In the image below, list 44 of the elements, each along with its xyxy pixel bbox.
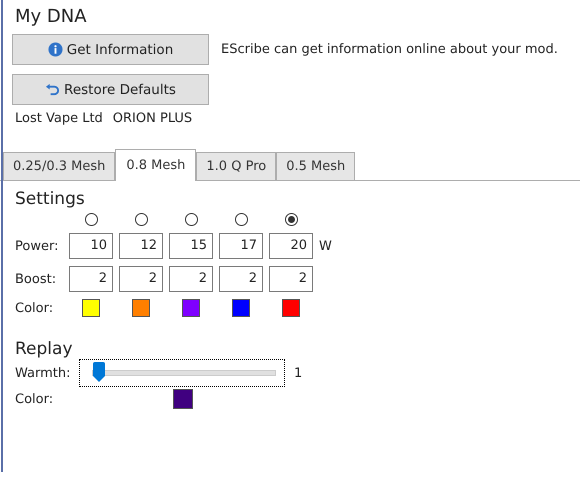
radio-button[interactable] [134,213,148,226]
color-swatch[interactable] [232,299,250,317]
manufacturer-label: Lost Vape Ltd [15,111,103,126]
unit-label: W [319,238,333,254]
warmth-value: 1 [294,366,302,380]
power-field[interactable]: 20 [269,233,313,259]
info-text: EScribe can get information online about your mod. [221,42,558,57]
tab[interactable]: 0.25/0.3 Mesh [3,152,116,180]
tab[interactable]: 0.8 Mesh [115,149,196,181]
color-swatch[interactable] [182,299,200,317]
power-field[interactable]: 12 [119,233,163,259]
tab[interactable]: 0.5 Mesh [276,152,356,180]
product-label: ORION PLUS [112,111,192,126]
warmth-slider[interactable] [79,359,285,387]
page-title: My DNA [15,6,88,29]
boost-field[interactable]: 2 [69,266,113,292]
radio-button[interactable] [184,213,198,226]
color-label: Color: [15,300,54,316]
get-information-button[interactable]: Get Information [12,34,209,65]
power-label: Power: [15,238,60,254]
restore-defaults-button[interactable]: Restore Defaults [12,74,209,105]
color-swatch[interactable] [82,299,100,317]
boost-field[interactable]: 2 [219,266,263,292]
slider-thumb[interactable] [93,362,105,382]
boost-field[interactable]: 2 [269,266,313,292]
radio-button[interactable] [84,213,98,226]
boost-field[interactable]: 2 [119,266,163,292]
power-field[interactable]: 10 [69,233,113,259]
info-icon [48,42,63,57]
radio-button[interactable] [284,213,298,226]
color-swatch[interactable] [132,299,150,317]
radio-button[interactable] [234,213,248,226]
color-label: Color: [15,392,54,406]
section-heading: Settings [15,189,86,209]
undo-arrow-icon [45,82,60,97]
color-swatch[interactable] [282,299,300,317]
tab[interactable]: 1.0 Q Pro [196,152,276,180]
boost-label: Boost: [15,272,58,286]
boost-field[interactable]: 2 [169,266,213,292]
color-swatch[interactable] [173,389,193,409]
section-heading: Replay [15,339,74,359]
power-field[interactable]: 17 [219,233,263,259]
warmth-label: Warmth: [15,366,72,380]
power-field[interactable]: 15 [169,233,213,259]
